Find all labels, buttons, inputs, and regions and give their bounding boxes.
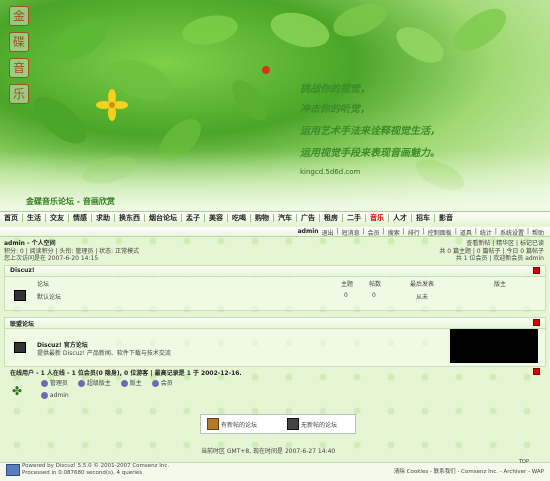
collapse-icon[interactable]: [533, 368, 540, 375]
site-icon: [14, 342, 26, 353]
main-nav: 首页 生活 交友 情感 求助 换东西 烟台论坛 孟子 美容 吃喝 购物 汽车 广…: [0, 211, 550, 225]
control-panel-link[interactable]: 控制面板: [428, 228, 452, 237]
nav-item[interactable]: 购物: [251, 213, 273, 223]
last-visit: 您上次访问是在 2007-6-20 14:15: [4, 255, 99, 262]
nav-item[interactable]: 人才: [389, 213, 411, 223]
logout-link[interactable]: 退出: [322, 228, 334, 237]
user-links: admin 退出 | 短消息 | 会员 | 搜索 | 排行 | 控制面板 | 道具 | 统计 |…: [297, 228, 544, 237]
nav-item[interactable]: 租房: [320, 213, 342, 223]
legend-mod: 版主: [129, 380, 142, 387]
nav-item[interactable]: 二手: [343, 213, 365, 223]
nav-item[interactable]: 吃喝: [228, 213, 250, 223]
online-icon: ✤: [12, 384, 23, 398]
props-link[interactable]: 道具: [460, 228, 472, 237]
nav-item[interactable]: 招车: [412, 213, 434, 223]
banner-domain: kingcd.5d6d.com: [300, 168, 361, 176]
category-header: [5, 266, 545, 277]
forum-posts: 0: [372, 292, 376, 299]
forum-topics: 0: [344, 292, 348, 299]
back-to-top[interactable]: TOP: [519, 459, 529, 465]
nav-item[interactable]: 首页: [0, 213, 22, 223]
stats-link[interactable]: 统计: [480, 228, 492, 237]
nav-item[interactable]: 生活: [23, 213, 45, 223]
user-icon: [41, 392, 48, 399]
settings-link[interactable]: 系统设置: [500, 228, 524, 237]
no-new-posts-icon: [287, 418, 299, 430]
league-site-desc: 提供最新 Discuz! 产品新闻、软件下载与技术交流: [37, 350, 171, 357]
collapse-icon[interactable]: [533, 267, 540, 274]
nav-item-active[interactable]: 音乐: [366, 213, 388, 223]
processed-time: Processed in 0.087680 second(s), 4 queri…: [22, 470, 143, 476]
nav-item[interactable]: 情感: [69, 213, 91, 223]
league-title: 联盟论坛: [10, 321, 35, 328]
help-link[interactable]: 帮助: [532, 228, 544, 237]
col-moderator: 版主: [494, 281, 507, 288]
mod-icon: [120, 380, 128, 387]
new-posts-icon: [207, 418, 219, 430]
legend-new: 有新帖的论坛: [221, 422, 258, 429]
forum-name[interactable]: 默认论坛: [37, 292, 61, 301]
user-toolbar: admin 退出 | 短消息 | 会员 | 搜索 | 排行 | 控制面板 | 道具 | 统计 |…: [0, 227, 550, 237]
nav-item[interactable]: 烟台论坛: [145, 213, 181, 223]
logo-char: 碟: [9, 32, 29, 52]
forum-last-post: 从未: [416, 294, 429, 301]
poem-line-1: 挑战你的视觉，: [300, 84, 370, 95]
nav-item[interactable]: 求助: [92, 213, 114, 223]
logo-char: 音: [9, 58, 29, 78]
footer-links[interactable]: 清除 Cookies - 联系我们 - Comsenz Inc. - Archi…: [394, 467, 544, 475]
category-title[interactable]: Discuz!: [10, 267, 35, 274]
legend-super-mod: 超级版主: [86, 380, 111, 387]
online-header: 在线用户 - 1 人在线 - 1 位会员(0 隐身), 0 位游客 | 最高记录…: [10, 370, 242, 377]
discuz-logo-icon: [6, 464, 20, 476]
legend-member: 会员: [160, 380, 173, 387]
forum-title: 金碟音乐论坛 - 音画欣赏: [26, 197, 115, 206]
forum-logo: 金 碟 音 乐: [8, 6, 30, 104]
time-zone: 当前时区 GMT+8, 现在时间是 2007-6-27 14:40: [201, 448, 336, 455]
forum-category-discuz: [4, 265, 546, 311]
super-mod-icon: [77, 380, 85, 387]
poem-line-4: 运用视觉手段来表现音画魅力。: [300, 148, 440, 159]
legend-none: 无新帖的论坛: [301, 422, 338, 429]
member-icon: [151, 380, 159, 387]
collapse-icon[interactable]: [533, 319, 540, 326]
nav-item[interactable]: 交友: [46, 213, 68, 223]
powered-by[interactable]: Powered by Discuz! 5.5.0 © 2001-2007 Com…: [22, 463, 169, 469]
poem-line-3: 运用艺术手法来诠释视觉生活，: [300, 126, 440, 137]
online-legend: 管理员 超级版主 版主 会员: [41, 378, 173, 387]
username-link[interactable]: admin: [298, 228, 319, 237]
forum-banner: 金 碟 音 乐 挑战你的视觉， 冲击你的听觉， 运用艺术手法来诠释视觉生活， 运…: [0, 0, 550, 210]
league-site-logo[interactable]: [450, 329, 538, 363]
nav-item[interactable]: 广告: [297, 213, 319, 223]
forum-folder-icon: [14, 290, 26, 301]
nav-item[interactable]: 孟子: [182, 213, 204, 223]
online-username[interactable]: admin: [50, 392, 69, 399]
legend-admin: 管理员: [49, 380, 68, 387]
rank-link[interactable]: 排行: [408, 228, 420, 237]
member-stats: 共 1 位会员 | 欢迎新会员 admin: [455, 255, 544, 262]
col-posts: 帖数: [369, 281, 382, 288]
nav-item[interactable]: 汽车: [274, 213, 296, 223]
logo-char: 乐: [9, 84, 29, 104]
pm-link[interactable]: 短消息: [342, 228, 360, 237]
members-link[interactable]: 会员: [368, 228, 380, 237]
col-forum: 论坛: [37, 281, 50, 288]
col-last-post: 最后发表: [410, 281, 435, 288]
poem-line-2: 冲击你的听觉，: [300, 104, 370, 115]
search-link[interactable]: 搜索: [388, 228, 400, 237]
admin-icon: [41, 380, 48, 387]
online-user[interactable]: admin: [41, 392, 69, 399]
logo-char: 金: [9, 6, 29, 26]
league-header: [5, 318, 545, 329]
nav-item[interactable]: 换东西: [115, 213, 144, 223]
nav-item[interactable]: 影音: [435, 213, 457, 223]
nav-item[interactable]: 美容: [205, 213, 227, 223]
col-topics: 主题: [341, 281, 354, 288]
